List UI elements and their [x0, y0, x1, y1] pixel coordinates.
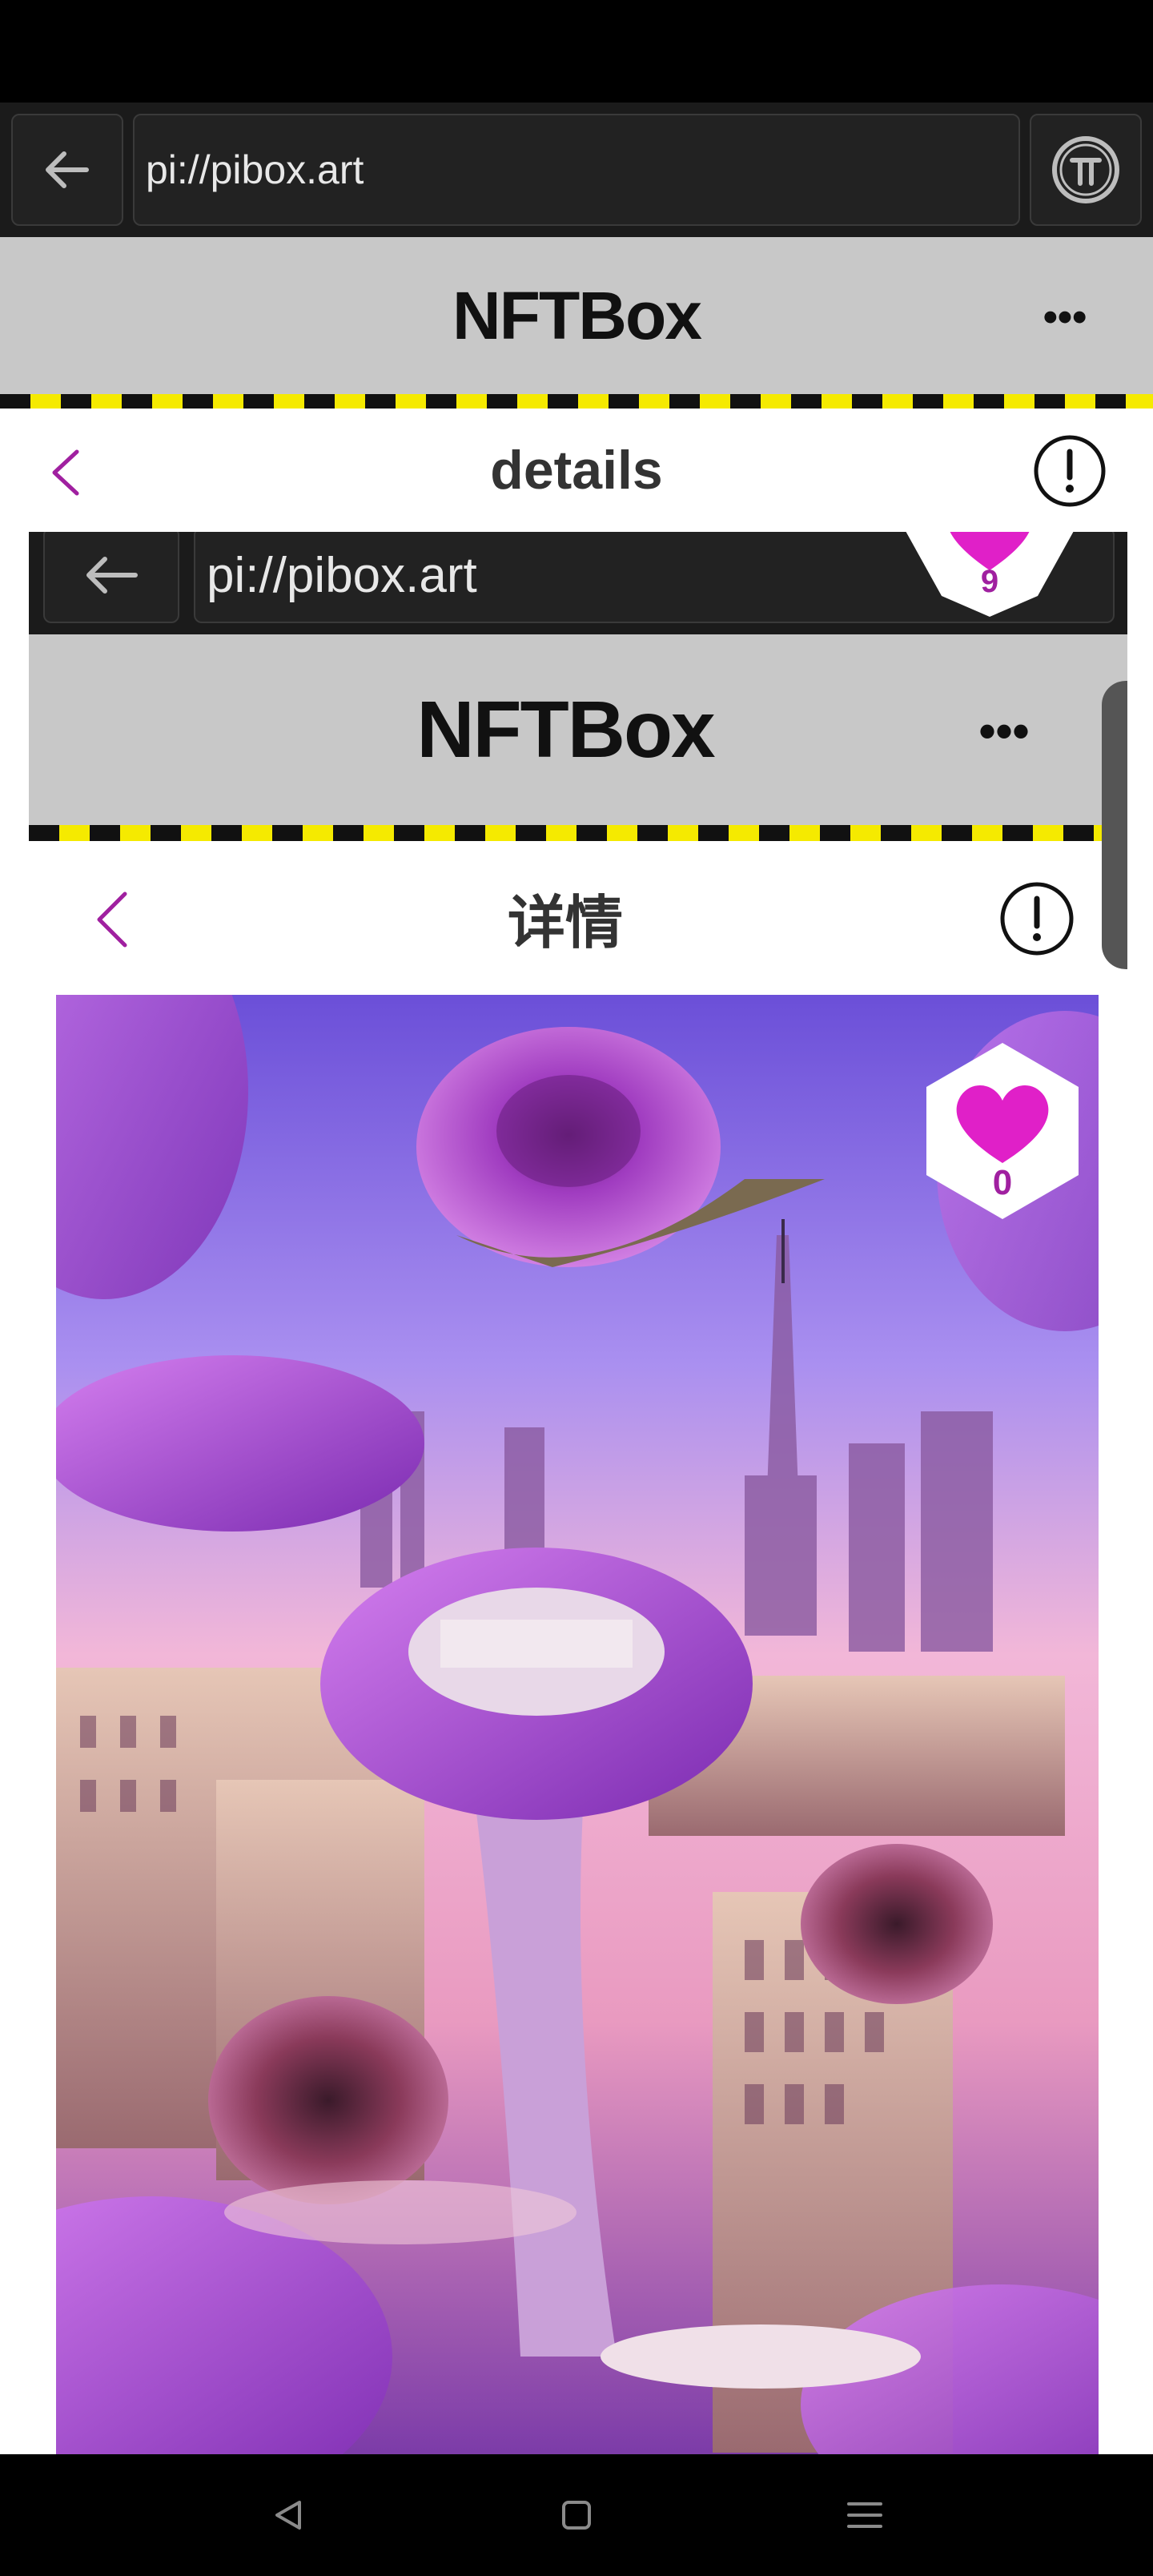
exclamation-circle-icon [1034, 435, 1106, 507]
exclamation-circle-icon [1000, 882, 1074, 956]
embedded-browser-toolbar: pi://pibox.art 9 [29, 532, 1127, 634]
pi-wallet-button[interactable] [1030, 114, 1142, 226]
more-menu-button[interactable]: ••• [1033, 285, 1097, 349]
page-back-button[interactable] [43, 441, 91, 505]
nft-artwork[interactable]: 0 [56, 995, 1099, 2454]
embedded-back-button [43, 532, 179, 623]
menu-lines-icon [847, 2502, 882, 2528]
pi-icon [1052, 136, 1119, 203]
app-title: NFTBox [452, 277, 702, 353]
info-button[interactable] [1033, 434, 1107, 508]
hazard-stripe [0, 394, 1153, 409]
embedded-like-count: 9 [980, 564, 999, 599]
embedded-page-header: 详情 [29, 841, 1102, 993]
system-back-button[interactable] [264, 2491, 312, 2539]
embedded-app-title: NFTBox [416, 684, 715, 775]
content-area: pi://pibox.art 9 NFTBox ••• 详情 0 [0, 532, 1153, 2454]
embedded-url-text: pi://pibox.art [207, 547, 477, 603]
side-drawer-handle[interactable] [1102, 681, 1127, 969]
browser-back-button[interactable] [11, 114, 123, 226]
square-home-icon [562, 2501, 591, 2530]
like-count: 0 [992, 1163, 1013, 1202]
embedded-page-back [85, 881, 141, 958]
page-title: details [490, 440, 663, 501]
embedded-hazard-stripe [29, 825, 1102, 841]
embedded-app-header: NFTBox ••• [29, 634, 1127, 825]
page-header: details [0, 409, 1153, 532]
embedded-like-badge: 9 [894, 532, 1086, 620]
app-header: NFTBox ••• [0, 237, 1153, 394]
arrow-left-icon [86, 557, 138, 594]
embedded-more-button: ••• [978, 703, 1030, 758]
embedded-screenshot: pi://pibox.art 9 NFTBox ••• 详情 0 [29, 532, 1127, 2454]
url-text: pi://pibox.art [146, 147, 364, 192]
like-button[interactable]: 0 [914, 1043, 1091, 1219]
browser-toolbar: pi://pibox.art [0, 103, 1153, 237]
triangle-back-icon [275, 2501, 301, 2530]
system-home-button[interactable] [552, 2491, 601, 2539]
chevron-left-icon [52, 449, 79, 496]
status-bar [0, 0, 1153, 103]
embedded-page-title: 详情 [507, 888, 623, 956]
embedded-info-button [999, 881, 1075, 956]
url-field[interactable]: pi://pibox.art [133, 114, 1020, 226]
system-navigation-bar [0, 2454, 1153, 2576]
arrow-left-icon [46, 151, 89, 188]
chevron-left-icon [97, 892, 127, 948]
system-menu-button[interactable] [841, 2491, 889, 2539]
